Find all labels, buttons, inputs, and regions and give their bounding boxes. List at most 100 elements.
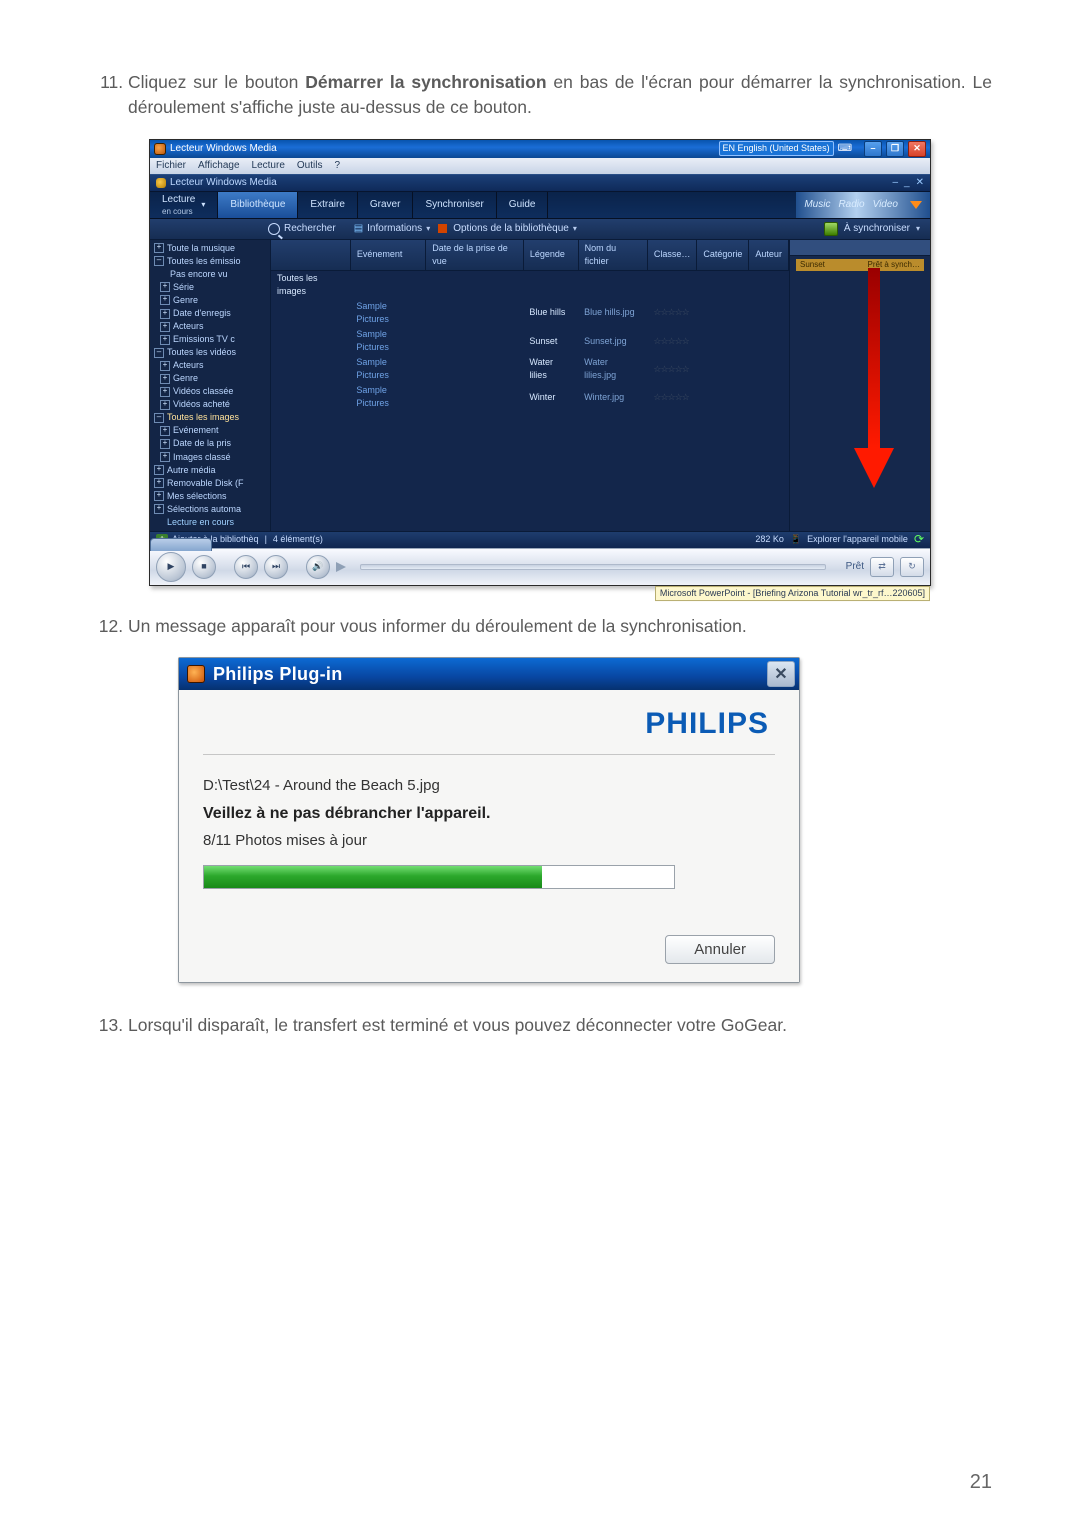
play-button[interactable]: ▶ [156,552,186,582]
tree-expander-icon[interactable]: + [160,295,170,305]
tree-expander-icon[interactable]: + [154,478,164,488]
tree-expander-icon[interactable]: + [160,322,170,332]
tree-expander-icon[interactable]: + [160,452,170,462]
sidebar-item[interactable]: +Removable Disk (F [150,477,270,490]
seek-bar[interactable] [360,564,826,570]
shuffle-button[interactable]: ⇄ [870,557,894,577]
sync-label[interactable]: À synchroniser [844,222,910,237]
menu-outils[interactable]: Outils [297,159,323,174]
sidebar-item[interactable]: –Toutes les vidéos [150,346,270,359]
tab-lecture-en-cours[interactable]: Lecture en cours ▾ [150,192,218,218]
sidebar-item[interactable]: +Toute la musique [150,242,270,255]
sidebar-item[interactable]: +Série [150,281,270,294]
next-button[interactable]: ⏭ [264,555,288,579]
prev-button[interactable]: ⏮ [234,555,258,579]
col-header[interactable] [271,240,350,271]
tree-expander-icon[interactable]: + [154,504,164,514]
menu-lecture[interactable]: Lecture [252,159,285,174]
sidebar-item[interactable]: +Evénement [150,424,270,437]
sidebar-item[interactable]: +Emissions TV c [150,333,270,346]
language-badge[interactable]: EN English (United States) [719,141,834,156]
sidebar-item-selected[interactable]: –Toutes les images [150,411,270,424]
tree-expander-icon[interactable]: – [154,413,164,423]
tree-expander-icon[interactable]: + [160,309,170,319]
sidebar-item[interactable]: +Vidéos classée [150,385,270,398]
sync-icon[interactable] [824,222,838,236]
wmp-subnav-reduce[interactable]: _ [904,176,910,191]
table-row[interactable]: Sample Pictures Sunset Sunset.jpg ☆☆☆☆☆ [271,327,789,355]
tree-expander-icon[interactable]: – [154,256,164,266]
tree-expander-icon[interactable]: + [160,335,170,345]
tree-expander-icon[interactable]: + [160,426,170,436]
menu-fichier[interactable]: Fichier [156,159,186,174]
maximize-button[interactable]: ❐ [886,141,904,157]
promo-music[interactable]: Music [804,198,830,213]
sidebar-item[interactable]: –Toutes les émissio [150,255,270,268]
wmp-subnav-close[interactable]: ✕ [916,176,924,191]
mute-button[interactable]: 🔊 [306,555,330,579]
page-number: 21 [970,1468,992,1497]
menu-affichage[interactable]: Affichage [198,159,240,174]
tab-graver[interactable]: Graver [358,192,414,218]
tree-expander-icon[interactable]: + [160,361,170,371]
informations-drop[interactable]: ▤ Informations ▾ [354,222,431,237]
promo-bar: Music Radio Video [796,192,930,218]
sidebar-item[interactable]: +Genre [150,372,270,385]
promo-radio[interactable]: Radio [838,198,864,213]
sync-toolbar: À synchroniser ▾ [824,222,930,237]
col-header[interactable]: Date de la prise de vue [426,240,524,271]
tree-expander-icon[interactable]: + [154,465,164,475]
sidebar-item-now-playing[interactable]: Lecture en cours [150,516,270,529]
tree-expander-icon[interactable]: + [160,439,170,449]
tree-expander-icon[interactable]: + [154,491,164,501]
tree-expander-icon[interactable]: + [160,282,170,292]
table-row[interactable]: Sample Pictures Water lilies Water lilie… [271,355,789,383]
col-header[interactable]: Auteur [749,240,789,271]
library-options-drop[interactable]: Options de la bibliothèque ▾ [438,222,577,237]
wmp-menubar: Fichier Affichage Lecture Outils ? [150,158,930,174]
cancel-button[interactable]: Annuler [665,935,775,964]
close-button[interactable]: ✕ [908,141,926,157]
sidebar-item[interactable]: +Autre média [150,464,270,477]
sidebar-item[interactable]: +Acteurs [150,359,270,372]
search-button[interactable]: Rechercher [150,222,336,237]
sidebar-item[interactable]: Pas encore vu [150,268,270,281]
philips-close-button[interactable]: ✕ [767,661,795,687]
volume-slider[interactable] [336,562,346,572]
col-header[interactable]: Catégorie [697,240,749,271]
tree-expander-icon[interactable]: + [160,387,170,397]
tab-guide[interactable]: Guide [497,192,549,218]
wmp-subnav-min[interactable]: – [892,176,898,191]
table-row[interactable]: Sample Pictures Blue hills Blue hills.jp… [271,299,789,327]
tab-bibliotheque[interactable]: Bibliothèque [218,192,298,218]
tree-expander-icon[interactable]: + [160,400,170,410]
stop-button[interactable]: ■ [192,555,216,579]
tree-expander-icon[interactable]: – [154,348,164,358]
tree-expander-icon[interactable]: + [154,243,164,253]
minimize-button[interactable]: – [864,141,882,157]
sidebar-item[interactable]: +Images classé [150,451,270,464]
sync-item[interactable]: Sunset Prêt à synch… [796,259,924,271]
sidebar-item[interactable]: +Date de la pris [150,437,270,450]
sidebar-label: Vidéos classée [173,385,233,398]
sidebar-item[interactable]: +Acteurs [150,320,270,333]
repeat-button[interactable]: ↻ [900,557,924,577]
col-header[interactable]: Evénement [350,240,425,271]
promo-video[interactable]: Video [873,198,898,213]
sidebar-item[interactable]: +Sélections automa [150,503,270,516]
sidebar-item[interactable]: +Mes sélections [150,490,270,503]
col-header[interactable]: Classe… [647,240,697,271]
sidebar-item[interactable]: +Date d'enregis [150,307,270,320]
tree-expander-icon[interactable]: + [160,374,170,384]
tab-synchroniser[interactable]: Synchroniser [413,192,496,218]
col-header[interactable]: Légende [523,240,578,271]
menu-help[interactable]: ? [334,159,340,174]
keyboard-icon[interactable]: ⌨ [838,142,852,157]
col-header[interactable]: Nom du fichier [578,240,647,271]
tab-extraire[interactable]: Extraire [298,192,357,218]
explore-device-link[interactable]: Explorer l'appareil mobile [807,533,908,546]
sidebar-item[interactable]: +Vidéos acheté [150,398,270,411]
table-row[interactable]: Toutes les images [271,270,789,299]
table-row[interactable]: Sample Pictures Winter Winter.jpg ☆☆☆☆☆ [271,383,789,411]
sidebar-item[interactable]: +Genre [150,294,270,307]
